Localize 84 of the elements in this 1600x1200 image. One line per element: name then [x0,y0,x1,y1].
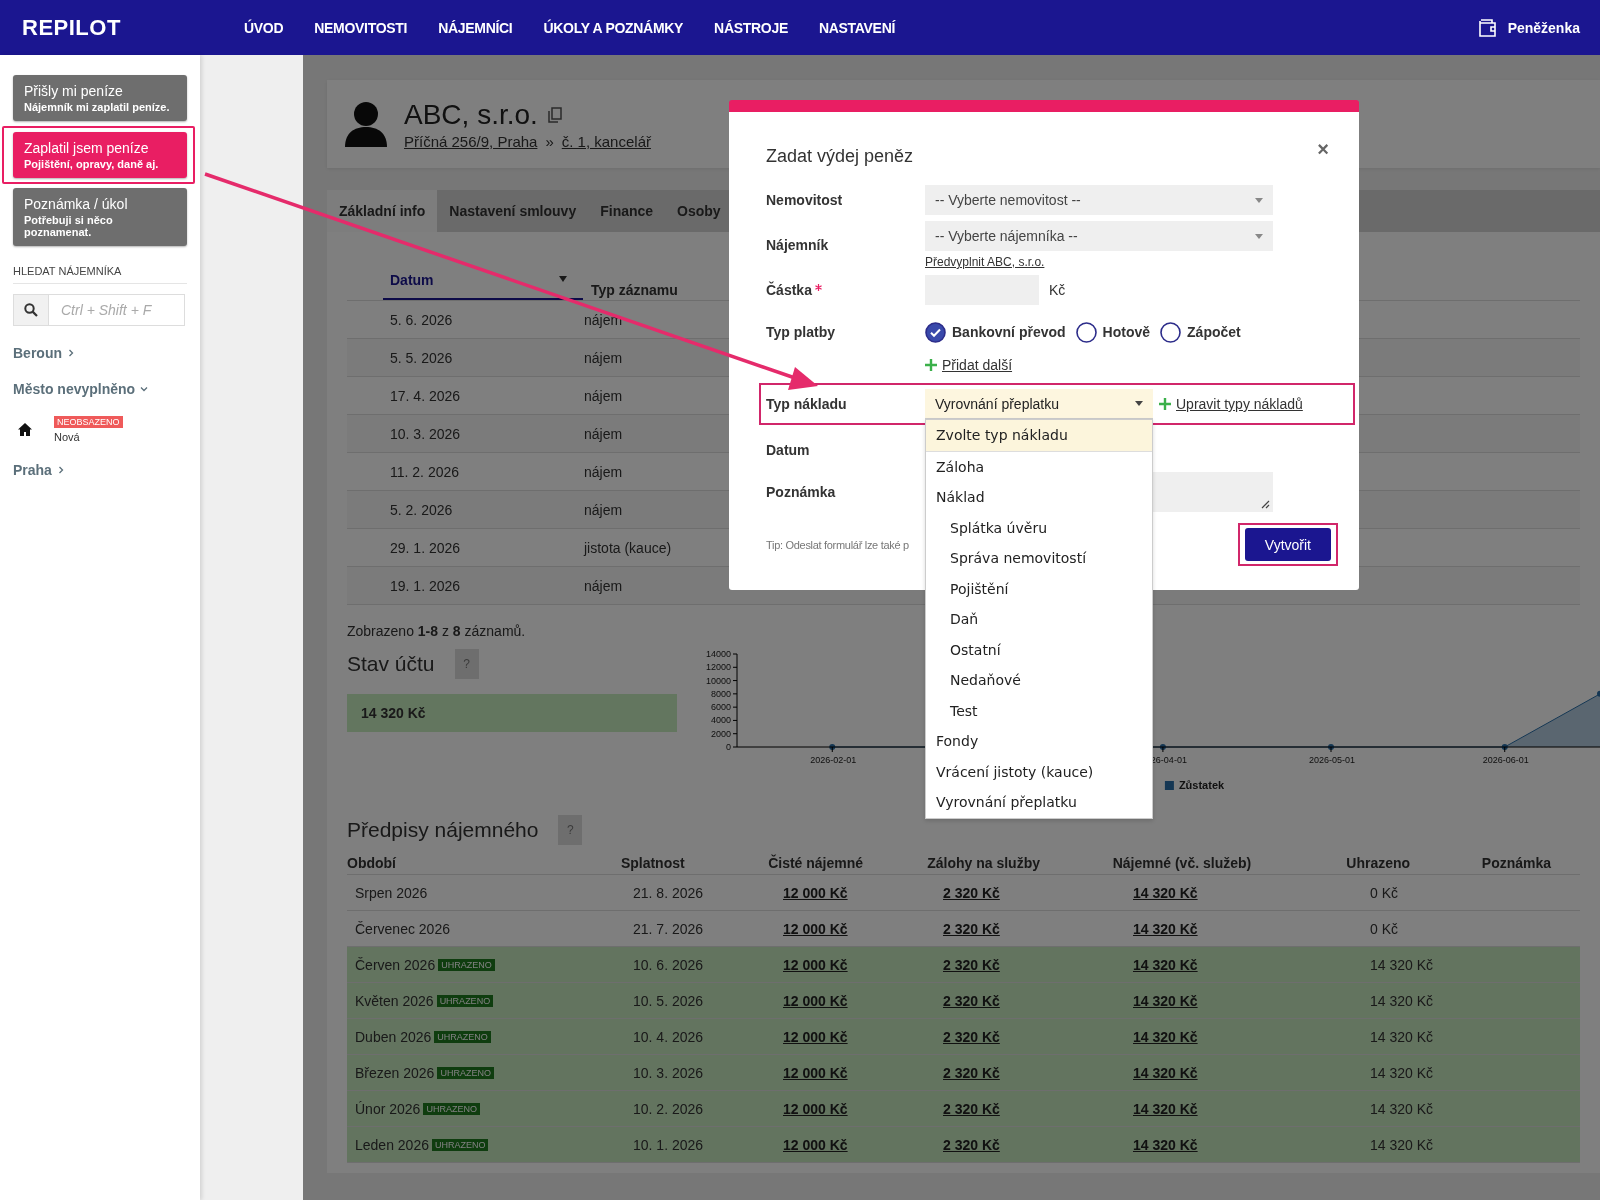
balance-amount: 14 320 Kč [347,694,677,732]
table-cell: Únor 2026 [355,1100,421,1117]
table-cell: 14 320 Kč [1370,1028,1434,1045]
currency-label: Kč [1049,282,1066,298]
table-cell: Duben 2026 [355,1028,432,1045]
column-header: Zálohy na služby [927,855,1041,871]
column-header: Čisté nájemné [768,855,865,871]
axis-label: 4000 [710,715,731,726]
table-cell: 21. 8. 2026 [633,884,704,901]
column-header: Poznámka [1481,855,1553,871]
table-cell: nájem [584,349,623,366]
table-cell: Červenec 2026 [355,920,450,937]
field-label: Typ nákladu [766,396,848,412]
field-label: Nemovitost [766,192,844,208]
field-label: Poznámka [766,484,837,500]
table-cell: 14 320 Kč [1370,1064,1434,1081]
column-header: Splatnost [620,855,686,871]
table-cell: 10. 1. 2026 [633,1136,704,1153]
table-cell: 10. 2. 2026 [633,1100,704,1117]
table-cell-text: 5. 2. 2026 [390,501,454,518]
breadcrumb-separator: » [545,132,554,150]
axis-label: 8000 [710,688,731,699]
unit-name: Nová [54,431,80,443]
column-header: Uhrazeno [1346,855,1412,871]
table-cell: 21. 7. 2026 [633,920,704,937]
tenant-name: ABC, s.r.o. [404,98,538,131]
table-cell: Březen 2026 [355,1064,435,1081]
axis-label: 12000 [705,662,731,673]
status-badge: UHRAZENO [434,1030,491,1043]
status-badge: UHRAZENO [436,994,494,1007]
table-cell: Květen 2026 [355,992,434,1009]
table-cell: Srpen 2026 [355,884,428,901]
table-cell-text: 5. 6. 2026 [390,311,454,328]
axis-label: 0 [726,742,731,752]
table-cell: 10. 6. 2026 [633,956,704,973]
table-cell: nájem [584,501,623,518]
table-cell-text: 5. 5. 2026 [390,349,454,366]
table-cell: jistota (kauce) [584,539,672,556]
axis-label: 2026-06-01 [1482,755,1529,765]
table-cell: 10. 4. 2026 [633,1028,704,1045]
table-cell: 14 320 Kč [1370,992,1434,1009]
table-cell-text: 29. 1. 2026 [390,539,462,556]
section-title: Stav účtu [347,652,435,676]
axis-label: 2026-02-01 [810,755,857,765]
axis-label: 2000 [710,728,731,739]
axis-label: 2026-05-01 [1308,755,1355,765]
status-badge: UHRAZENO [431,1138,489,1151]
status-badge: UHRAZENO [423,1102,480,1115]
table-cell: 14 320 Kč [1370,956,1434,973]
table-cell: nájem [584,425,623,442]
table-cell-text: 19. 1. 2026 [390,577,462,594]
section-title: Předpisy nájemného [347,818,539,842]
records-summary: Zobrazeno 1-8 z 8 záznamů. [347,623,527,639]
table-cell: Leden 2026 [355,1136,429,1153]
table-cell: nájem [584,463,623,480]
column-header: Období [347,855,397,871]
table-cell: 14 320 Kč [1370,1100,1434,1117]
field-label: Částka [766,282,925,298]
table-cell: 10. 3. 2026 [633,1064,704,1081]
search-label: HLEDAT NÁJEMNÍKA [13,265,187,284]
table-cell: Červen 2026 [355,956,436,973]
table-cell: 14 320 Kč [1370,1136,1434,1153]
table-cell: 0 Kč [1370,920,1398,937]
table-cell: 10. 5. 2026 [633,992,704,1009]
tip-text: Tip: Odeslat formulář lze také p [766,538,909,551]
table-cell-text: 11. 2. 2026 [390,463,461,480]
status-badge: NEOBSAZENO [54,416,123,428]
table-cell-text: 17. 4. 2026 [390,387,462,404]
table-cell: 0 Kč [1370,884,1398,901]
axis-label: 14000 [705,649,731,659]
field-label: Datum [766,442,811,458]
table-cell-text: 10. 3. 2026 [390,425,462,442]
axis-label: 10000 [705,675,731,686]
status-badge: UHRAZENO [437,1066,494,1079]
axis-label: 6000 [710,702,731,713]
table-cell: nájem [584,387,623,404]
table-cell: nájem [584,577,623,594]
field-label: Typ platby [766,324,836,340]
modal-title: Zadat výdej peněz [766,146,914,167]
table-cell: nájem [584,311,623,328]
status-badge: UHRAZENO [438,958,495,971]
field-label: Nájemník [766,237,830,253]
legend-label: Zůstatek [1178,779,1225,791]
column-header: Nájemné (vč. služeb) [1112,855,1253,871]
